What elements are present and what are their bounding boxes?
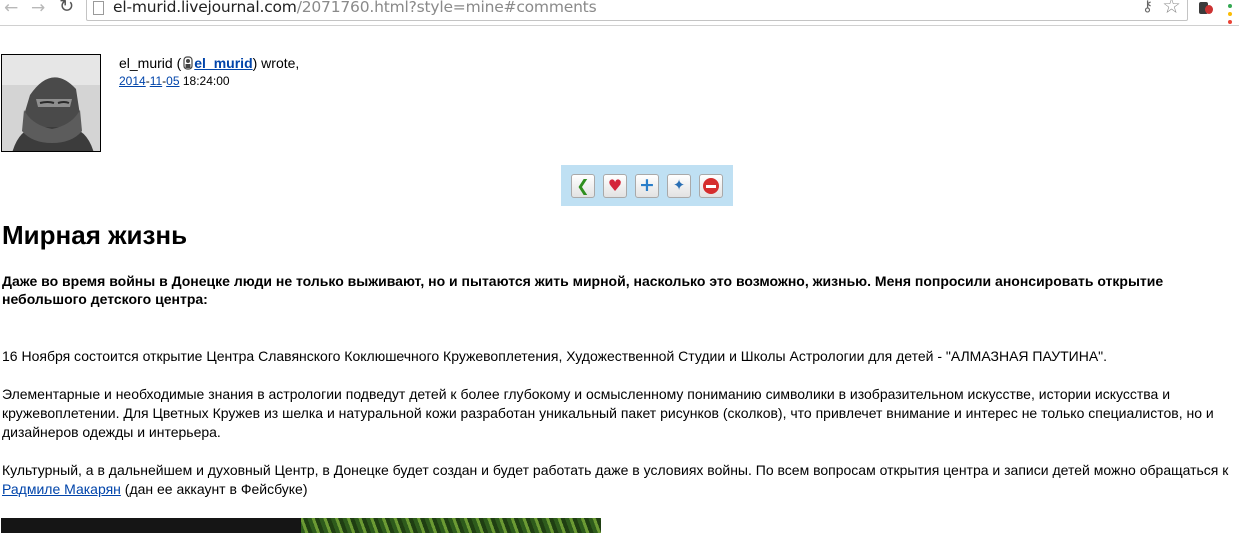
menu-icon[interactable] (1228, 1, 1239, 27)
author-name: el_murid (119, 55, 173, 71)
facebook-account-link[interactable]: Радмиле Макарян (2, 481, 121, 497)
heart-icon: ♥ (607, 176, 623, 195)
author-profile-link[interactable]: el_murid (194, 55, 252, 71)
url-text[interactable]: el-murid.livejournal.com/2071760.html?st… (113, 0, 597, 16)
entry-paragraph-3: Культурный, а в дальнейшем и духовный Це… (2, 461, 1239, 499)
date-month-link[interactable]: 11 (150, 74, 162, 88)
paragraph-3-tail: (дан ее аккаунт в Фейсбуке) (120, 481, 308, 497)
url-host: el-murid.livejournal.com (113, 0, 297, 16)
entry-date: 2014-11-05 18:24:00 (119, 74, 230, 88)
pushpin-icon: ✦ (672, 176, 686, 194)
date-day-link[interactable]: 05 (166, 74, 179, 88)
date-year-link[interactable]: 2014 (119, 74, 146, 88)
entry-lead: Даже во время войны в Донецке люди не то… (2, 273, 1164, 307)
reload-icon[interactable]: ↻ (59, 0, 74, 17)
prev-entry-button[interactable]: ❮ (571, 174, 595, 198)
plus-icon: + (639, 174, 655, 196)
key-icon[interactable]: ⚷ (1142, 0, 1153, 15)
chevron-left-icon: ❮ (576, 176, 590, 195)
entry-title: Мирная жизнь (2, 220, 188, 250)
add-entry-button[interactable]: + (635, 174, 659, 198)
entry-actions-bar: ❮ ♥ + ✦ (561, 165, 733, 206)
page-icon (93, 1, 104, 15)
browser-toolbar: ← → ↻ el-murid.livejournal.com/2071760.h… (0, 0, 1239, 26)
author-close: ) wrote, (252, 55, 300, 71)
paragraph-3-text: Культурный, а в дальнейшем и духовный Це… (2, 462, 1229, 478)
forward-arrow-icon[interactable]: → (31, 0, 45, 18)
userpic-avatar[interactable] (1, 54, 101, 152)
address-bar[interactable]: el-murid.livejournal.com/2071760.html?st… (86, 0, 1188, 21)
extension-icon[interactable] (1197, 0, 1213, 16)
star-icon[interactable]: ☆ (1162, 0, 1181, 18)
entry-time: 18:24:00 (182, 74, 230, 88)
delete-entry-button[interactable] (699, 174, 723, 198)
author-open: ( (172, 55, 182, 71)
back-arrow-icon[interactable]: ← (4, 0, 18, 18)
ljuser-icon[interactable] (182, 56, 194, 70)
entry-paragraph-2: Элементарные и необходимые знания в астр… (2, 386, 1214, 440)
tag-entry-button[interactable]: ✦ (667, 174, 691, 198)
entry-author-line: el_murid (el_murid) wrote, (119, 55, 299, 71)
add-to-memories-button[interactable]: ♥ (603, 174, 627, 198)
url-path: /2071760.html?style=mine#comments (296, 0, 597, 16)
entry-photo (1, 518, 601, 533)
entry-paragraph-1: 16 Ноября состоится открытие Центра Слав… (2, 348, 1108, 364)
